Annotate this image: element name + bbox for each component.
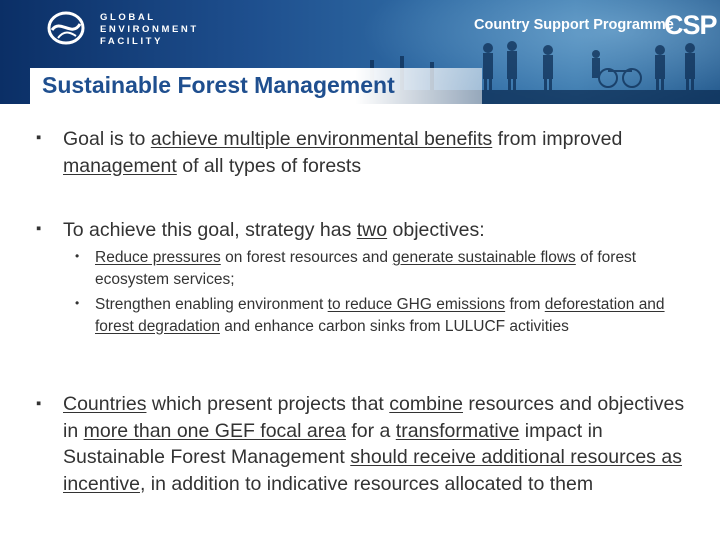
sub-bullet-reduce-pressures: Reduce pressures on forest resources and… [95, 247, 695, 290]
underlined-phrase: achieve multiple environmental benefits [150, 128, 493, 150]
gef-wordmark-line: GLOBAL [100, 12, 156, 23]
text-run: Goal is to [63, 128, 151, 150]
underlined-phrase: generate sustainable flows [392, 249, 576, 266]
text-run: for a [345, 419, 396, 442]
gef-wordmark-line: ENVIRONMENT [100, 24, 199, 35]
text-run: which present projects that [146, 393, 390, 415]
underlined-phrase: management [63, 154, 177, 177]
gef-wordmark-line: FACILITY [100, 36, 164, 47]
text-run: of all types of forests [176, 154, 362, 177]
programme-name: Country Support Programme [474, 17, 674, 33]
underlined-phrase: combine [389, 393, 463, 415]
bullet-marker: ▪ [36, 129, 42, 146]
text-run: from improved [492, 128, 623, 150]
gef-globe-icon [47, 11, 85, 45]
underlined-phrase: to reduce GHG emissions [327, 296, 506, 313]
text-run: To achieve this goal, strategy has [63, 219, 357, 241]
gef-wordmark: GLOBAL ENVIRONMENT FACILITY [100, 12, 199, 48]
bullet-countries: Countries which present projects that co… [63, 391, 703, 497]
text-run: objectives: [387, 219, 485, 241]
underlined-phrase: two [356, 219, 388, 241]
bullet-marker: ▪ [36, 220, 42, 237]
slide-title: Sustainable Forest Management [42, 72, 395, 98]
text-run: from [505, 296, 545, 313]
sub-bullet-enabling-environment: Strengthen enabling environment to reduc… [95, 294, 695, 337]
bullet-marker: ▪ [36, 395, 42, 412]
underlined-phrase: transformative [395, 419, 520, 442]
underlined-phrase: more than one GEF focal area [83, 419, 346, 442]
sub-bullet-marker: • [75, 296, 80, 310]
sub-bullet-marker: • [75, 249, 80, 263]
bullet-goal: Goal is to achieve multiple environmenta… [63, 126, 703, 179]
underlined-phrase: Countries [63, 393, 147, 415]
bullet-strategy: To achieve this goal, strategy has two o… [63, 217, 703, 244]
text-run: , in addition to indicative resources al… [139, 472, 594, 495]
text-run: Strengthen enabling environment [95, 296, 328, 313]
underlined-phrase: Reduce pressures [95, 249, 221, 266]
text-run: and enhance carbon sinks from LULUCF act… [219, 317, 569, 335]
text-run: on forest resources and [220, 249, 393, 266]
csp-logo: CSP [664, 10, 718, 40]
